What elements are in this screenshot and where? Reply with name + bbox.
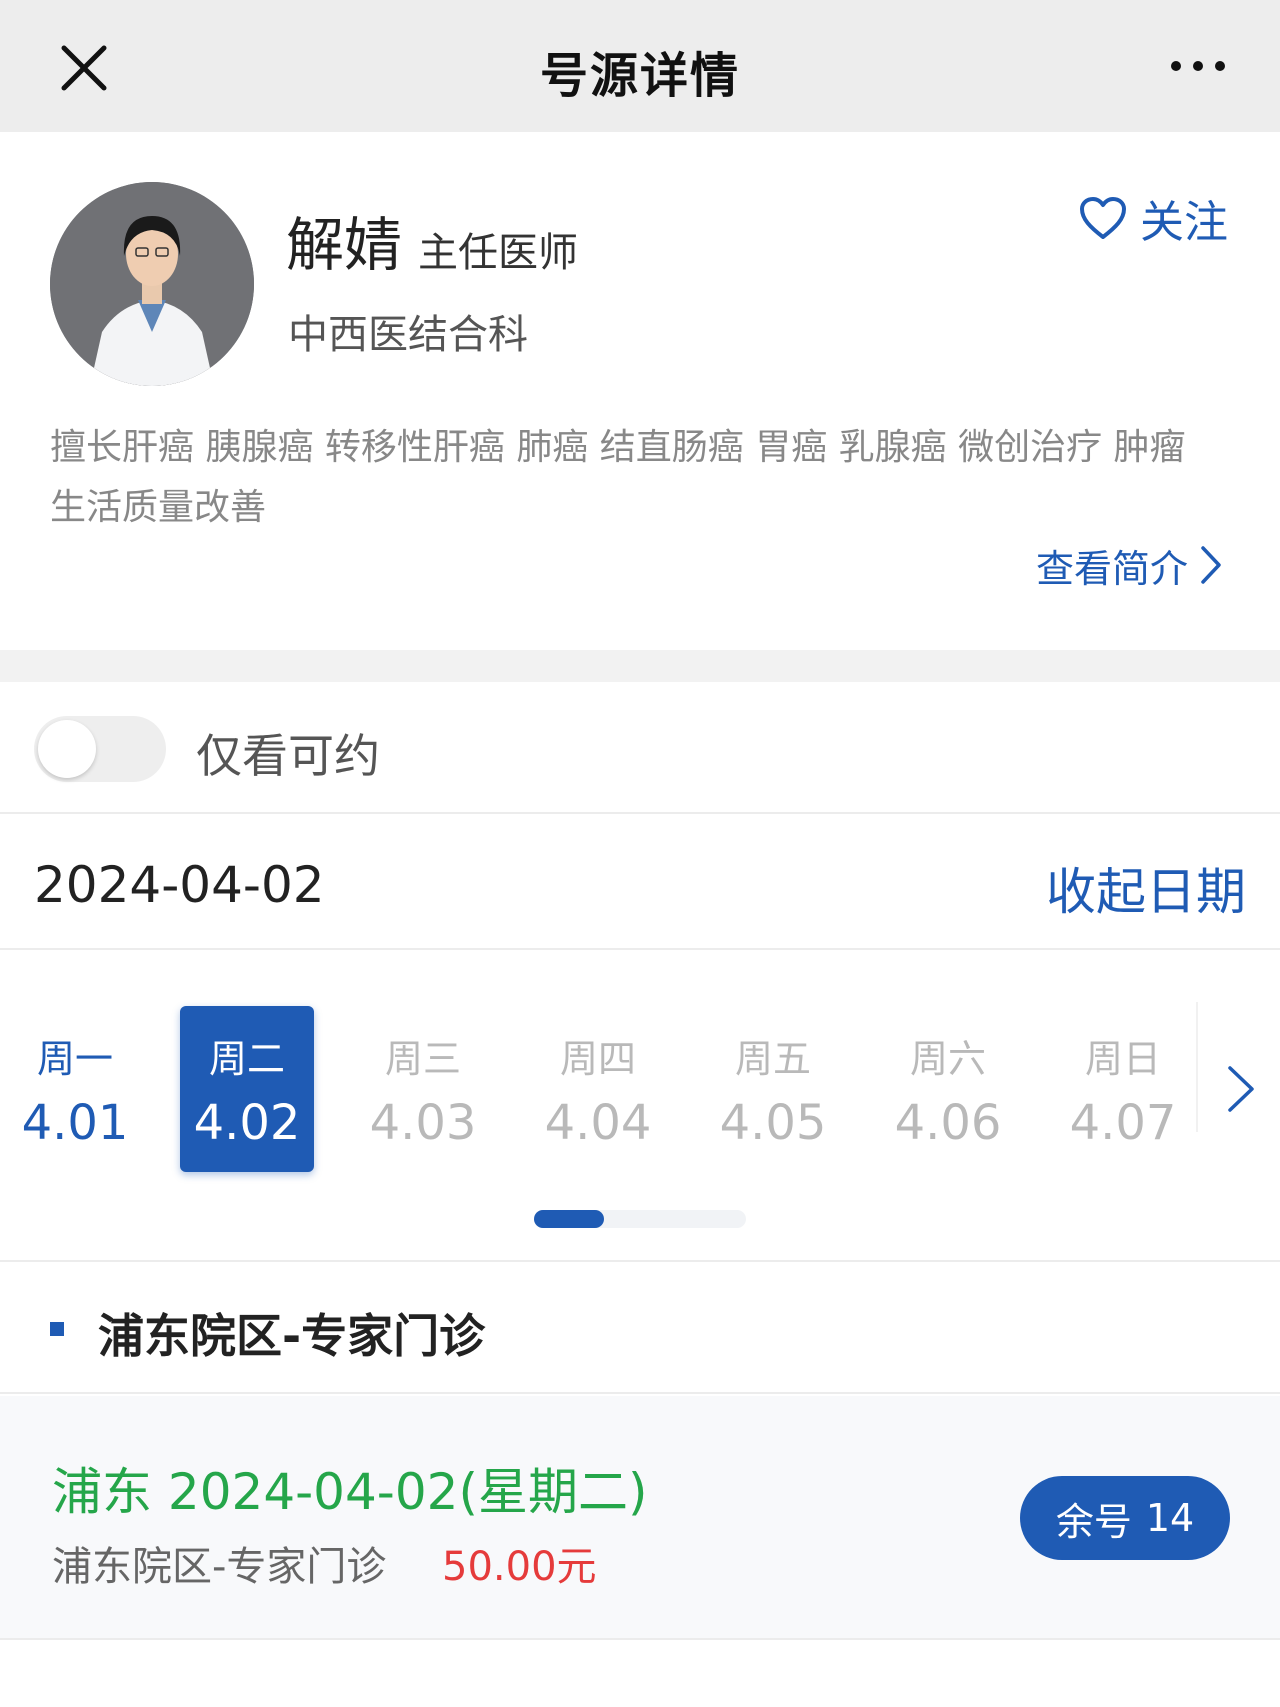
appointment-slot[interactable]: 浦东 2024-04-02(星期二) 浦东院区-专家门诊 50.00元 余号 1… bbox=[0, 1396, 1280, 1640]
slot-price: 50.00元 bbox=[442, 1544, 597, 1590]
day-date: 4.04 bbox=[544, 1095, 652, 1151]
doctor-card: 解婧 主任医师 中西医结合科 关注 擅长肝癌 胰腺癌 转移性肝癌 肺癌 结直肠癌… bbox=[0, 132, 1280, 650]
heart-outline-icon bbox=[1080, 197, 1126, 239]
day-date: 4.07 bbox=[1069, 1095, 1177, 1151]
more-dots-icon[interactable] bbox=[1168, 54, 1228, 78]
doctor-department: 中西医结合科 bbox=[288, 312, 528, 358]
doctor-name: 解婧 bbox=[286, 211, 403, 279]
toggle-knob bbox=[38, 720, 96, 778]
remaining-slots-button[interactable]: 余号 14 bbox=[1020, 1476, 1230, 1560]
slot-title: 浦东 2024-04-02(星期二) bbox=[52, 1463, 648, 1521]
day-item[interactable]: 周六 4.06 bbox=[881, 1006, 1015, 1172]
top-nav-bar: 号源详情 bbox=[0, 0, 1280, 132]
current-date: 2024-04-02 bbox=[34, 856, 325, 914]
section-bullet bbox=[50, 1322, 64, 1336]
slot-clinic: 浦东院区-专家门诊 bbox=[52, 1544, 387, 1590]
day-weekday: 周二 bbox=[208, 1037, 285, 1081]
day-date: 4.06 bbox=[894, 1095, 1002, 1151]
remaining-label: 余号 bbox=[1055, 1499, 1132, 1544]
day-weekday: 周一 bbox=[36, 1037, 113, 1081]
available-only-toggle[interactable] bbox=[34, 716, 166, 782]
day-date: 4.01 bbox=[21, 1095, 129, 1151]
toggle-label: 仅看可约 bbox=[196, 729, 380, 783]
day-weekday: 周三 bbox=[384, 1037, 461, 1081]
doctor-title: 主任医师 bbox=[418, 230, 578, 276]
page-title: 号源详情 bbox=[539, 48, 740, 104]
chevron-right-icon[interactable] bbox=[1226, 1064, 1256, 1114]
chevron-right-icon bbox=[1201, 546, 1221, 584]
day-item[interactable]: 周二 4.02 bbox=[180, 1006, 314, 1172]
day-item[interactable]: 周一 4.01 bbox=[8, 1006, 142, 1172]
doctor-specialty: 擅长肝癌 胰腺癌 转移性肝癌 肺癌 结直肠癌 胃癌 乳腺癌 微创治疗 肿瘤生活质… bbox=[50, 427, 1186, 528]
day-date: 4.03 bbox=[369, 1095, 477, 1151]
remaining-count: 14 bbox=[1145, 1496, 1195, 1540]
week-date-strip: 周一 4.01 周二 4.02 周三 4.03 周四 4.04 周五 4.05 … bbox=[0, 952, 1280, 1262]
collapse-date-button[interactable]: 收起日期 bbox=[1046, 852, 1246, 924]
doctor-avatar bbox=[50, 182, 254, 386]
day-weekday: 周六 bbox=[909, 1037, 986, 1081]
day-weekday: 周日 bbox=[1084, 1037, 1161, 1081]
day-weekday: 周五 bbox=[734, 1037, 811, 1081]
clinic-section-header: 浦东院区-专家门诊 bbox=[0, 1264, 1280, 1394]
date-bar: 2024-04-02 收起日期 bbox=[0, 816, 1280, 950]
available-only-filter: 仅看可约 bbox=[0, 682, 1280, 814]
day-item[interactable]: 周日 4.07 bbox=[1056, 1006, 1190, 1172]
section-title: 浦东院区-专家门诊 bbox=[98, 1309, 486, 1363]
day-item[interactable]: 周五 4.05 bbox=[706, 1006, 840, 1172]
scroll-thumb bbox=[534, 1210, 604, 1228]
day-date: 4.05 bbox=[719, 1095, 827, 1151]
day-item[interactable]: 周四 4.04 bbox=[531, 1006, 665, 1172]
week-scroll-indicator bbox=[534, 1210, 746, 1228]
day-date: 4.02 bbox=[193, 1095, 301, 1151]
view-intro-label: 查看简介 bbox=[1035, 546, 1188, 591]
section-gap bbox=[0, 650, 1280, 682]
day-weekday: 周四 bbox=[559, 1037, 636, 1081]
view-intro-link[interactable]: 查看简介 bbox=[1035, 540, 1222, 591]
follow-button[interactable]: 关注 bbox=[1078, 188, 1228, 248]
day-item[interactable]: 周三 4.03 bbox=[356, 1006, 490, 1172]
follow-label: 关注 bbox=[1140, 197, 1228, 248]
strip-divider bbox=[1196, 1002, 1198, 1132]
